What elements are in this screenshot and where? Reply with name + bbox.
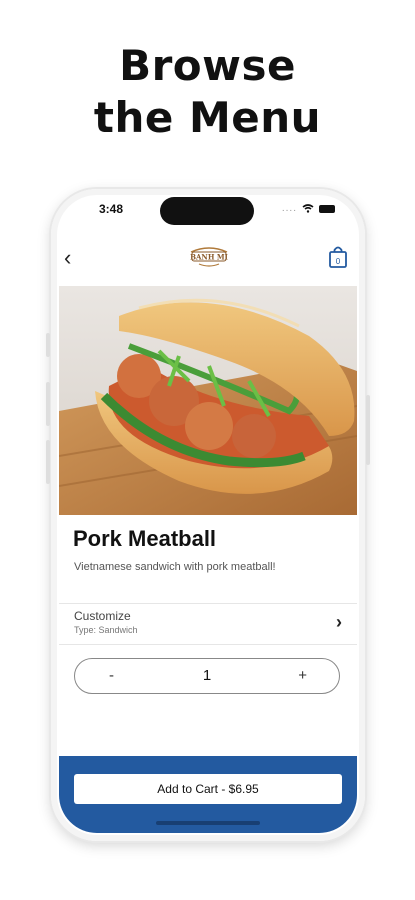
cart-count: 0 (336, 257, 341, 266)
add-to-cart-button[interactable]: Add to Cart - $6.95 (74, 774, 342, 804)
back-button[interactable]: ‹ (64, 247, 71, 269)
customize-type: Type: Sandwich (74, 625, 138, 635)
phone-side-button (46, 333, 50, 357)
nav-bar: ‹ BANH MI 0 (59, 239, 357, 279)
wifi-icon (302, 204, 314, 213)
status-time: 3:48 (99, 202, 124, 216)
dynamic-island (160, 197, 254, 225)
status-icons: .... (282, 203, 335, 214)
signal-icon: .... (281, 203, 297, 214)
logo-text: BANH MI (190, 253, 228, 262)
divider (59, 644, 357, 645)
phone-side-button (366, 395, 370, 465)
headline-line-2: the Menu (93, 93, 322, 142)
product-image (59, 286, 357, 515)
customize-label: Customize (74, 609, 131, 623)
product-title: Pork Meatball (73, 526, 217, 551)
checkout-footer: Add to Cart - $6.95 (59, 756, 357, 833)
battery-icon (319, 204, 335, 213)
phone-frame: 3:48 .... ‹ BANH MI 0 Pork Meatball Viet… (51, 189, 365, 841)
phone-screen: 3:48 .... ‹ BANH MI 0 Pork Meatball Viet… (59, 197, 357, 833)
phone-side-button (46, 440, 50, 484)
phone-side-button (46, 382, 50, 426)
home-indicator (156, 821, 260, 825)
chevron-right-icon: › (336, 612, 342, 632)
headline-line-1: Browse (119, 41, 296, 90)
shopping-bag-icon[interactable]: 0 (328, 245, 348, 269)
customize-row[interactable]: Customize Type: Sandwich › (59, 604, 357, 642)
quantity-stepper: - 1 + (74, 658, 340, 694)
increment-button[interactable]: + (298, 667, 307, 684)
promo-headline: Browse the Menu (0, 40, 415, 144)
product-description: Vietnamese sandwich with pork meatball! (74, 561, 276, 573)
status-bar: 3:48 .... (59, 197, 357, 227)
restaurant-logo: BANH MI (190, 247, 228, 267)
